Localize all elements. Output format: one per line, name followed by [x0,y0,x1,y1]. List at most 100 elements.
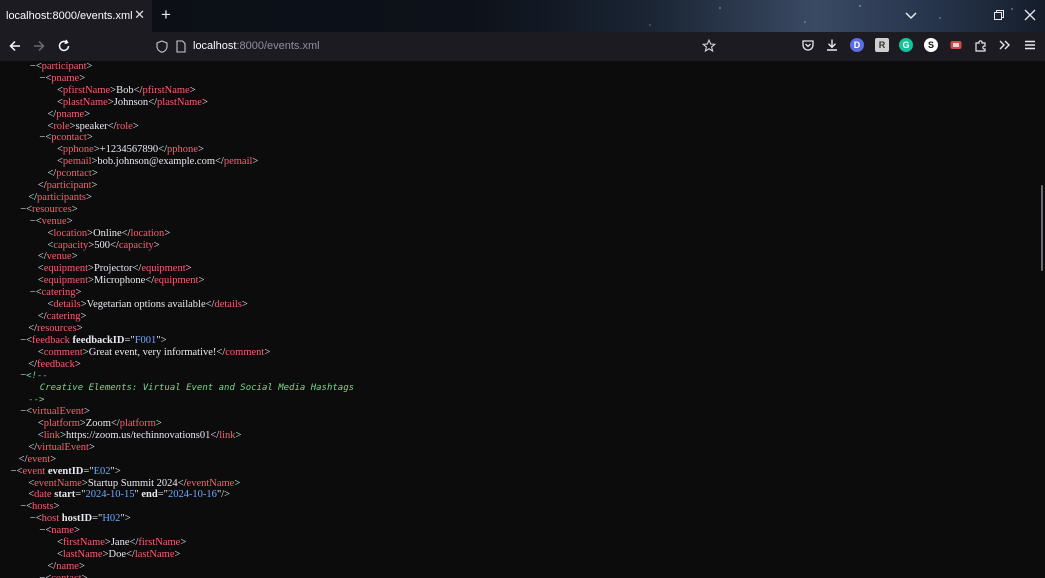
url-host: localhost [193,40,237,52]
xml-punct: > [235,429,242,441]
xml-punct: > [83,406,90,418]
extensions-puzzle-icon[interactable] [974,38,988,52]
xml-text-value: bob.johnson@example.com [97,156,215,168]
close-window-icon[interactable] [1023,8,1037,22]
extension-r-letter: R [878,40,886,50]
downloads-icon[interactable] [825,38,839,52]
xml-punct: > [75,287,82,299]
xml-line: <pemail>bob.johnson@example.com</pemail> [57,156,258,168]
reload-icon[interactable] [57,39,71,53]
xml-line: −<participant> [30,61,93,73]
xml-text-value: https://zoom.us/techinnovations01 [65,429,211,441]
forward-icon[interactable] [32,39,46,53]
xml-tag-name: venue [46,251,72,263]
xml-tag-name: plastName [157,96,202,108]
menu-hamburger-icon[interactable] [1023,38,1037,52]
xml-attr-value: F001 [134,334,157,346]
xml-punct: > [86,61,93,72]
xml-punct: </ [148,96,158,108]
bookmark-star-icon[interactable] [702,39,716,53]
xml-tag-name: pfirstName [142,84,190,96]
xml-tag-name: virtualEvent [32,406,84,418]
extension-s-icon[interactable]: S [924,38,938,52]
xml-line: <pphone>+1234567890</pphone> [57,144,204,156]
new-tab-button[interactable]: + [157,6,175,24]
extension-d-icon[interactable]: D [850,38,864,52]
xml-punct: </ [37,251,47,263]
xml-comment-delim: <!-- [26,371,48,382]
xml-attr-name: feedbackID [72,334,125,346]
xml-tag-name: plastName [62,96,108,108]
xml-tag-name: role [53,120,70,132]
xml-tag-name: pname [51,72,80,84]
xml-line: <role>speaker</role> [47,121,138,133]
xml-line: −<catering> [30,287,82,299]
xml-attr-name: hostID [61,513,93,525]
xml-viewer: −<participant> −<pname> <pfirstName>Bob</p… [0,61,1045,578]
xml-line: </pname> [47,109,90,121]
restore-window-icon[interactable] [992,8,1006,22]
chevron-down-icon[interactable] [904,8,918,22]
xml-text-value: speaker [75,120,108,132]
xml-punct: =" [157,489,168,501]
xml-punct: > [73,525,80,537]
xml-tag-name: role [116,120,133,132]
back-icon[interactable] [8,39,22,53]
xml-tag-name: equipment [141,263,186,275]
xml-tag-name: date [34,489,52,501]
xml-text-value: Online [93,227,122,239]
xml-line: <pfirstName>Bob</pfirstName> [57,85,196,97]
xml-punct: > [180,537,187,548]
xml-tag-name: host [41,513,60,525]
xml-punct: </ [210,429,220,441]
xml-text-value: Johnson [113,96,149,108]
xml-tag-name: capacity [118,239,154,251]
xml-line: </name> [47,561,85,573]
xml-punct: > [76,322,83,334]
xml-text-value: Vegetarian options available [86,299,206,310]
xml-punct: </ [47,560,57,572]
xml-punct: </ [216,346,226,358]
xml-line: <platform>Zoom</platform> [38,418,162,430]
scrollbar-thumb[interactable] [1041,185,1043,271]
xml-punct: > [198,275,205,287]
xml-tag-name: pemail [223,156,253,168]
extension-badge-icon[interactable] [949,38,963,52]
tab-events-xml[interactable]: localhost:8000/events.xml ✕ [0,0,152,32]
url-bar[interactable]: localhost:8000/events.xml [150,34,720,59]
xml-text-value: Projector [93,263,133,275]
xml-text-value: +1234567890 [99,144,159,156]
xml-tag-name: pcontact [51,132,87,144]
xml-punct: > [189,84,196,96]
xml-text-value: Jane [110,537,130,548]
page-icon[interactable] [176,40,186,53]
xml-tag-name: capacity [53,239,89,251]
overflow-chevrons-icon[interactable] [998,38,1012,52]
xml-punct: > [53,501,60,513]
xml-attr-name: eventID [47,465,84,477]
xml-text-value: Great event, very informative! [88,346,217,358]
extension-r-icon[interactable]: R [875,38,889,52]
pocket-icon[interactable] [801,38,815,52]
xml-tag-name: platform [119,418,156,429]
xml-tag-name: platform [43,418,80,429]
xml-tag-name: pcontact [56,168,92,180]
xml-line: −<feedback feedbackID="F001"> [20,335,166,347]
xml-tag-name: link [43,429,61,441]
xml-punct: =" [92,513,103,525]
grammarly-icon[interactable]: G [899,38,913,52]
shield-icon[interactable] [156,40,168,53]
close-tab-icon[interactable]: ✕ [134,8,145,22]
xml-punct: =" [75,489,86,501]
xml-tag-name: resources [37,322,77,334]
xml-tag-name: firstName [138,537,181,548]
tab-title: localhost:8000/events.xml [6,10,133,22]
xml-punct: </ [28,358,38,370]
url-text[interactable]: localhost:8000/events.xml [193,40,320,52]
xml-punct: > [160,334,167,346]
xml-tag-name: firstName [62,537,105,548]
xml-tag-name: catering [41,287,76,299]
xml-punct: </ [132,263,142,275]
xml-line: </participant> [38,180,98,192]
xml-punct: </ [109,239,119,251]
